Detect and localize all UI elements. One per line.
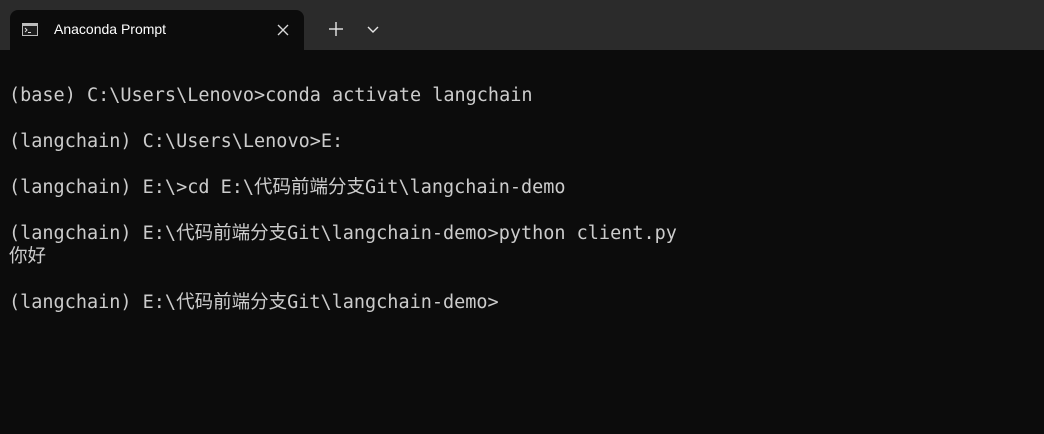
close-icon[interactable] bbox=[274, 21, 292, 39]
console-line: (langchain) C:\Users\Lenovo>E: bbox=[9, 131, 344, 152]
chevron-down-icon[interactable] bbox=[362, 18, 384, 40]
plus-icon[interactable] bbox=[325, 18, 347, 40]
console-icon bbox=[22, 23, 38, 36]
terminal-window: Anaconda Prompt (base) C:\Users\Lenovo>c… bbox=[0, 0, 1044, 434]
console-line: (langchain) E:\>cd E:\代码前端分支Git\langchai… bbox=[9, 177, 566, 198]
tab-anaconda-prompt[interactable]: Anaconda Prompt bbox=[10, 10, 304, 50]
console-prompt-line: (langchain) E:\代码前端分支Git\langchain-demo> bbox=[9, 292, 499, 313]
console-line: (base) C:\Users\Lenovo>conda activate la… bbox=[9, 85, 533, 106]
console-line: (langchain) E:\代码前端分支Git\langchain-demo>… bbox=[9, 223, 677, 244]
tab-title: Anaconda Prompt bbox=[54, 21, 167, 37]
console-line: 你好 bbox=[9, 246, 47, 267]
tab-bar: Anaconda Prompt bbox=[0, 0, 1044, 50]
console-output[interactable]: (base) C:\Users\Lenovo>conda activate la… bbox=[0, 50, 1044, 434]
